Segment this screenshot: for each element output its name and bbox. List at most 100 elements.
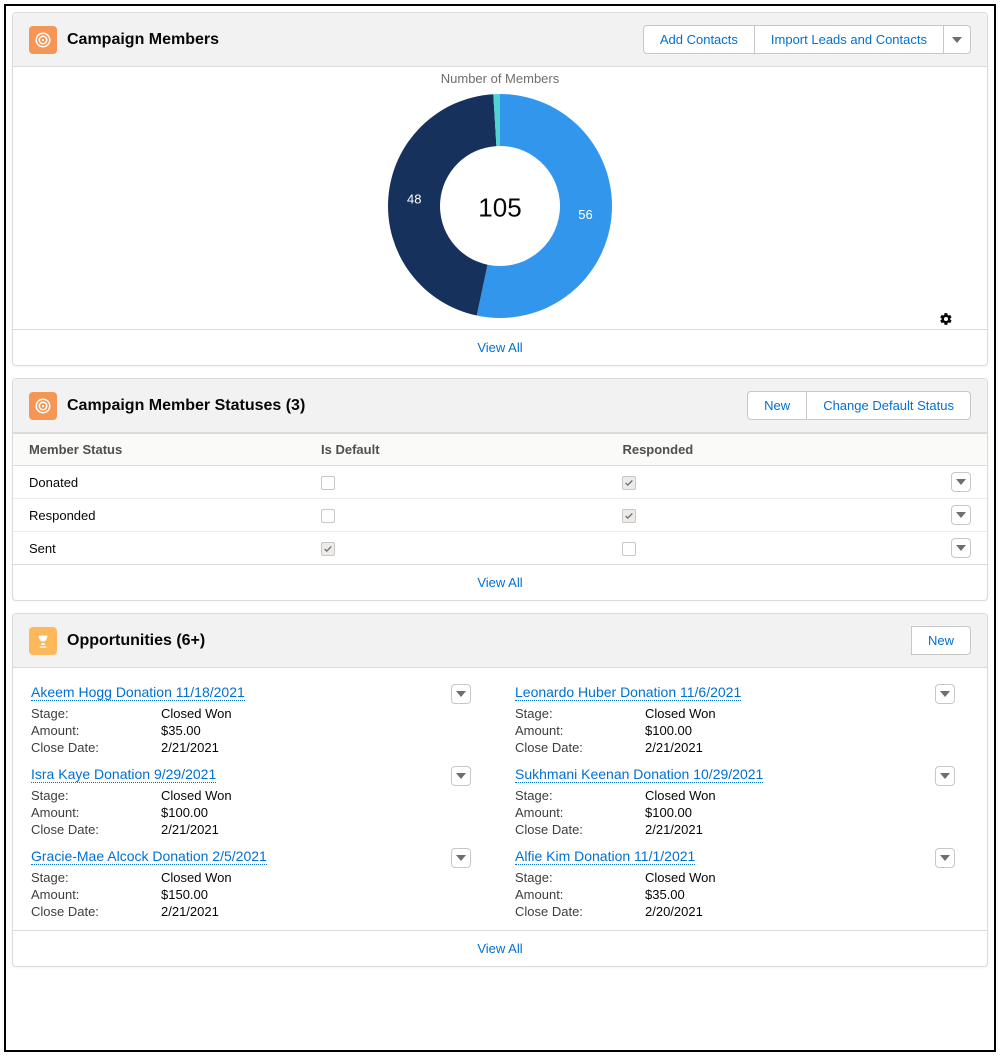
opportunity-link[interactable]: Isra Kaye Donation 9/29/2021 <box>31 766 216 783</box>
close-date-label: Close Date: <box>515 904 645 919</box>
opportunity-menu-button[interactable] <box>935 684 955 704</box>
close-date-label: Close Date: <box>31 740 161 755</box>
opportunity-menu-button[interactable] <box>451 684 471 704</box>
stage-label: Stage: <box>31 706 161 721</box>
opportunities-view-all[interactable]: View All <box>477 941 522 956</box>
campaign-members-view-all[interactable]: View All <box>477 340 522 355</box>
chevron-down-icon <box>940 773 950 779</box>
opportunity-link[interactable]: Sukhmani Keenan Donation 10/29/2021 <box>515 766 763 783</box>
opportunity-icon <box>29 627 57 655</box>
amount-label: Amount: <box>31 887 161 902</box>
chevron-down-icon <box>956 479 966 485</box>
opportunity-link[interactable]: Akeem Hogg Donation 11/18/2021 <box>31 684 245 701</box>
chevron-down-icon <box>456 855 466 861</box>
opportunity-menu-button[interactable] <box>451 848 471 868</box>
campaign-members-header: Campaign Members Add Contacts Import Lea… <box>13 13 987 67</box>
stage-label: Stage: <box>515 870 645 885</box>
campaign-members-footer: View All <box>13 329 987 365</box>
responded-cell <box>622 474 931 490</box>
checkbox <box>321 542 335 556</box>
close-date-label: Close Date: <box>31 822 161 837</box>
opportunities-footer: View All <box>13 930 987 966</box>
campaign-members-menu-button[interactable] <box>943 25 971 54</box>
status-cell: Responded <box>29 508 321 523</box>
opportunities-title: Opportunities (6+) <box>67 632 205 650</box>
stage-label: Stage: <box>515 706 645 721</box>
amount-value: $100.00 <box>645 723 692 738</box>
opportunity-menu-button[interactable] <box>935 848 955 868</box>
row-menu-button[interactable] <box>951 505 971 525</box>
opportunity-card: Alfie Kim Donation 11/1/2021 Stage:Closed… <box>515 848 969 920</box>
col-is-default: Is Default <box>321 442 622 457</box>
chart-settings-button[interactable] <box>939 312 953 329</box>
import-leads-button[interactable]: Import Leads and Contacts <box>754 25 944 54</box>
close-date-value: 2/20/2021 <box>645 904 703 919</box>
opportunity-menu-button[interactable] <box>451 766 471 786</box>
row-menu-button[interactable] <box>951 538 971 558</box>
checkbox <box>622 476 636 490</box>
statuses-footer: View All <box>13 564 987 600</box>
stage-value: Closed Won <box>645 870 716 885</box>
chevron-down-icon <box>956 512 966 518</box>
checkbox <box>622 509 636 523</box>
status-cell: Donated <box>29 475 321 490</box>
new-status-button[interactable]: New <box>747 391 807 420</box>
close-date-value: 2/21/2021 <box>645 822 703 837</box>
responded-cell <box>622 540 931 556</box>
opportunities-panel: Opportunities (6+) New Akeem Hogg Donati… <box>12 613 988 967</box>
close-date-label: Close Date: <box>515 740 645 755</box>
is-default-cell <box>321 540 622 556</box>
close-date-label: Close Date: <box>515 822 645 837</box>
donut-label: 48 <box>407 192 421 207</box>
is-default-cell <box>321 474 622 490</box>
opportunity-menu-button[interactable] <box>935 766 955 786</box>
amount-value: $35.00 <box>645 887 685 902</box>
checkbox <box>622 542 636 556</box>
col-member-status: Member Status <box>29 442 321 457</box>
chart-title: Number of Members <box>13 71 987 86</box>
donut-chart: Number of Members 5648 105 <box>13 67 987 329</box>
amount-label: Amount: <box>515 887 645 902</box>
opportunity-link[interactable]: Alfie Kim Donation 11/1/2021 <box>515 848 695 865</box>
close-date-value: 2/21/2021 <box>161 740 219 755</box>
close-date-value: 2/21/2021 <box>161 822 219 837</box>
statuses-view-all[interactable]: View All <box>477 575 522 590</box>
stage-value: Closed Won <box>645 706 716 721</box>
close-date-value: 2/21/2021 <box>645 740 703 755</box>
donut-label: 56 <box>578 207 592 222</box>
amount-value: $150.00 <box>161 887 208 902</box>
chevron-down-icon <box>940 855 950 861</box>
change-default-status-button[interactable]: Change Default Status <box>806 391 971 420</box>
new-opportunity-button[interactable]: New <box>911 626 971 655</box>
chevron-down-icon <box>940 691 950 697</box>
add-contacts-button[interactable]: Add Contacts <box>643 25 755 54</box>
chevron-down-icon <box>956 545 966 551</box>
status-cell: Sent <box>29 541 321 556</box>
opportunity-card: Gracie-Mae Alcock Donation 2/5/2021 Stage… <box>31 848 485 920</box>
table-row: Sent <box>13 532 987 564</box>
campaign-icon <box>29 392 57 420</box>
opportunity-link[interactable]: Leonardo Huber Donation 11/6/2021 <box>515 684 741 701</box>
opportunity-card: Sukhmani Keenan Donation 10/29/2021 Stage… <box>515 766 969 838</box>
statuses-panel: Campaign Member Statuses (3) New Change … <box>12 378 988 601</box>
stage-value: Closed Won <box>645 788 716 803</box>
checkbox <box>321 509 335 523</box>
stage-label: Stage: <box>31 870 161 885</box>
statuses-title: Campaign Member Statuses (3) <box>67 397 305 415</box>
opportunity-link[interactable]: Gracie-Mae Alcock Donation 2/5/2021 <box>31 848 267 865</box>
row-menu-button[interactable] <box>951 472 971 492</box>
statuses-table-body: Donated Responded Sent <box>13 466 987 564</box>
stage-value: Closed Won <box>161 870 232 885</box>
table-row: Donated <box>13 466 987 499</box>
amount-value: $100.00 <box>645 805 692 820</box>
campaign-members-title: Campaign Members <box>67 31 219 49</box>
opportunities-header: Opportunities (6+) New <box>13 614 987 668</box>
statuses-table-header: Member Status Is Default Responded <box>13 433 987 466</box>
close-date-label: Close Date: <box>31 904 161 919</box>
responded-cell <box>622 507 931 523</box>
amount-value: $35.00 <box>161 723 201 738</box>
campaign-icon <box>29 26 57 54</box>
stage-label: Stage: <box>515 788 645 803</box>
stage-value: Closed Won <box>161 706 232 721</box>
amount-label: Amount: <box>31 723 161 738</box>
